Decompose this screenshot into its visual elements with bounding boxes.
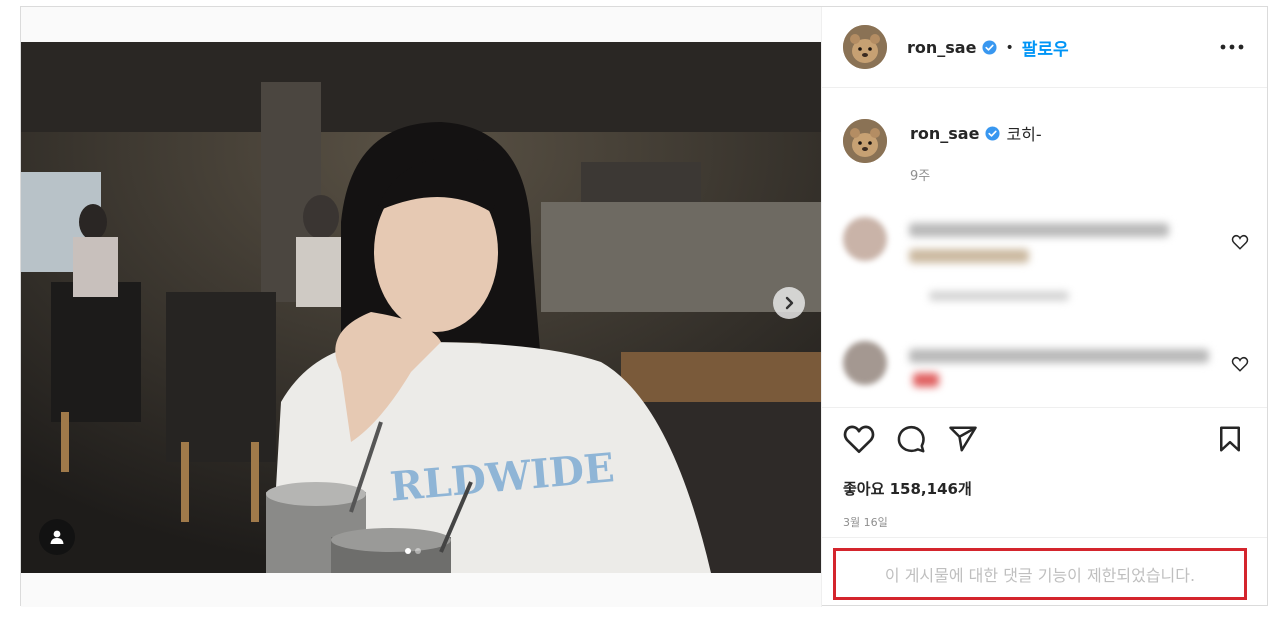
blurred-comment-text: [909, 349, 1209, 363]
blurred-comment-text: [913, 373, 939, 387]
follow-button[interactable]: 팔로우: [1022, 35, 1069, 60]
comment-item: [843, 217, 1249, 307]
caption-line: ron_sae 코히-: [910, 121, 1042, 145]
carousel-next-button[interactable]: [773, 287, 805, 319]
carousel-indicator: [405, 548, 421, 554]
quokka-avatar-image: [843, 119, 887, 163]
bookmark-icon[interactable]: [1215, 424, 1245, 454]
cafe-photo-illustration: RLDWIDE: [21, 42, 821, 573]
paper-plane-icon[interactable]: [947, 424, 979, 454]
blurred-comment-text: [909, 223, 1169, 237]
comment-avatar[interactable]: [843, 341, 887, 385]
post-header: ron_sae • 팔로우: [821, 7, 1267, 88]
comment-like-icon[interactable]: [1231, 355, 1249, 373]
avatar[interactable]: [843, 119, 887, 163]
header-user-line: ron_sae • 팔로우: [907, 35, 1069, 60]
comment-icon[interactable]: [895, 424, 927, 454]
comments-restricted-notice: 이 게시물에 대한 댓글 기능이 제한되었습니다.: [833, 548, 1247, 600]
post-date[interactable]: 3월 16일: [843, 514, 888, 530]
divider: [821, 537, 1267, 538]
more-options-icon[interactable]: [1219, 37, 1245, 57]
avatar[interactable]: [843, 25, 887, 69]
blurred-comment-text: [909, 249, 1029, 263]
comment-item: [843, 341, 1249, 391]
comment-avatar[interactable]: [843, 217, 887, 261]
instagram-post: RLDWIDE ron_sae • 팔로우 ron_sae 코히- 9주 좋아요…: [20, 6, 1268, 607]
separator-bullet: •: [1005, 39, 1014, 56]
post-actions: 좋아요 158,146개 3월 16일: [821, 407, 1267, 537]
caption-text: 코히-: [1006, 125, 1042, 144]
carousel-dot: [415, 548, 421, 554]
username-link[interactable]: ron_sae: [907, 38, 976, 57]
comment-like-icon[interactable]: [1231, 233, 1249, 251]
post-photo: RLDWIDE: [21, 42, 821, 573]
quokka-avatar-image: [843, 25, 887, 69]
chevron-right-icon: [785, 296, 794, 310]
tagged-users-button[interactable]: [39, 519, 75, 555]
like-count[interactable]: 좋아요 158,146개: [843, 478, 972, 499]
post-side-panel: ron_sae • 팔로우 ron_sae 코히- 9주 좋아요 158,146…: [821, 7, 1267, 605]
verified-badge-icon: [982, 40, 997, 55]
blurred-comment-meta: [929, 291, 1069, 301]
caption-timestamp[interactable]: 9주: [910, 165, 930, 184]
carousel-dot-active: [405, 548, 411, 554]
heart-icon[interactable]: [843, 424, 875, 454]
user-tag-icon: [50, 530, 64, 544]
caption-username[interactable]: ron_sae: [910, 124, 979, 143]
verified-badge-icon: [985, 125, 1000, 141]
post-media-panel: RLDWIDE: [21, 7, 822, 607]
